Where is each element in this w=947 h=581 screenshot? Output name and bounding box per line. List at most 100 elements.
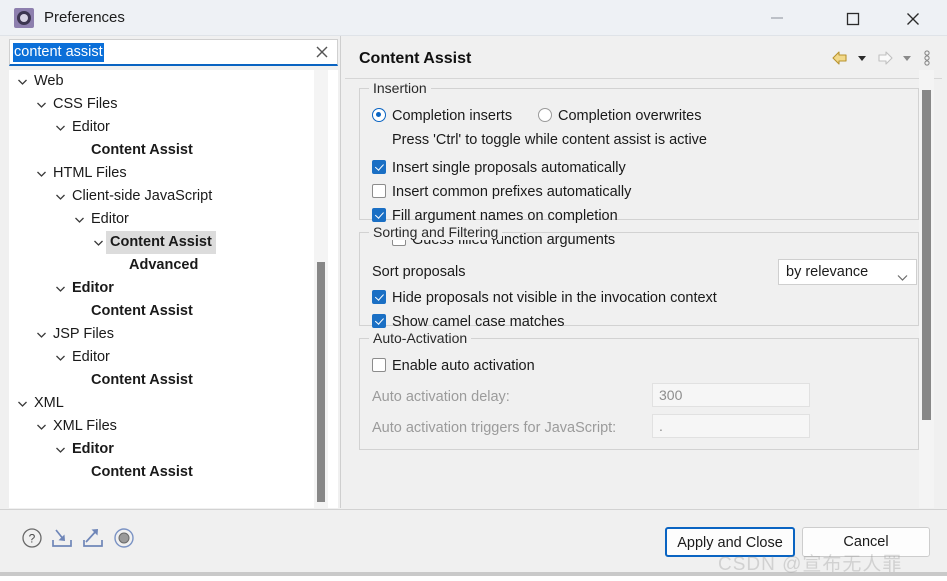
header-divider xyxy=(345,78,942,79)
group-sorting-filtering: Sorting and Filtering Sort proposals by … xyxy=(359,224,919,330)
tree-item-content-assist[interactable]: Content Assist xyxy=(9,369,338,392)
title-bar: Preferences xyxy=(0,0,947,36)
checkbox-indicator xyxy=(372,314,386,328)
tree-item-content-assist[interactable]: Content Assist xyxy=(9,139,338,162)
tree-item-editor[interactable]: Editor xyxy=(9,277,338,300)
insertion-hint-text: Press 'Ctrl' to toggle while content ass… xyxy=(392,132,707,148)
auto-activation-triggers-field[interactable]: . xyxy=(652,414,810,438)
filter-search-input[interactable]: content assist xyxy=(9,39,338,66)
apply-and-close-button[interactable]: Apply and Close xyxy=(665,527,795,557)
checkbox-insert-common-prefixes[interactable]: Insert common prefixes automatically xyxy=(372,183,631,201)
chevron-down-icon[interactable] xyxy=(53,116,67,139)
checkbox-label: Fill argument names on completion xyxy=(392,208,618,224)
tree-item-editor[interactable]: Editor xyxy=(9,346,338,369)
chevron-down-icon[interactable] xyxy=(72,208,86,231)
group-auto-activation-title: Auto-Activation xyxy=(369,330,472,346)
checkbox-hide-proposals-not-visible[interactable]: Hide proposals not visible in the invoca… xyxy=(372,289,717,307)
tree-item-label: Editor xyxy=(91,211,129,227)
tree-item-web[interactable]: Web xyxy=(9,70,338,93)
chevron-down-icon[interactable] xyxy=(34,162,48,185)
tree-item-jsp-files[interactable]: JSP Files xyxy=(9,323,338,346)
chevron-down-icon[interactable] xyxy=(15,70,29,93)
checkbox-indicator xyxy=(372,184,386,198)
group-auto-activation: Auto-Activation Enable auto activation A… xyxy=(359,330,919,450)
auto-activation-delay-field[interactable]: 300 xyxy=(652,383,810,407)
tree-item-label: HTML Files xyxy=(53,165,127,181)
close-button[interactable] xyxy=(890,0,936,35)
preference-page-scrollbar-thumb[interactable] xyxy=(922,90,931,420)
chevron-down-icon[interactable] xyxy=(91,231,105,254)
tree-item-label: Editor xyxy=(72,280,114,296)
tree-item-editor[interactable]: Editor xyxy=(9,116,338,139)
preferences-dialog: Preferences content assist Web CSS Files E… xyxy=(0,0,947,581)
checkbox-show-camel-case-matches[interactable]: Show camel case matches xyxy=(372,313,564,331)
help-icon[interactable]: ? xyxy=(20,526,44,550)
tree-item-content-assist[interactable]: Content Assist xyxy=(9,231,338,254)
tree-item-xml[interactable]: XML xyxy=(9,392,338,415)
radio-completion-inserts[interactable]: Completion inserts xyxy=(372,107,512,125)
tree-item-editor[interactable]: Editor xyxy=(9,208,338,231)
chevron-down-icon[interactable] xyxy=(53,438,67,461)
tree-scrollbar-thumb[interactable] xyxy=(317,262,325,502)
radio-indicator xyxy=(372,108,386,122)
chevron-down-icon xyxy=(897,269,908,287)
back-dropdown-chevron-down-icon[interactable] xyxy=(855,48,869,68)
chevron-down-icon[interactable] xyxy=(34,415,48,438)
tree-item-client-side-javascript[interactable]: Client-side JavaScript xyxy=(9,185,338,208)
checkbox-label: Insert common prefixes automatically xyxy=(392,184,632,200)
tree-item-label: Content Assist xyxy=(91,372,193,388)
chevron-down-icon[interactable] xyxy=(53,185,67,208)
checkbox-fill-argument-names[interactable]: Fill argument names on completion xyxy=(372,207,618,225)
chevron-down-icon[interactable] xyxy=(53,277,67,300)
checkbox-indicator xyxy=(372,208,386,222)
tree-item-label: XML Files xyxy=(53,418,117,434)
sort-proposals-combo[interactable]: by relevance xyxy=(778,259,917,285)
preferences-gear-icon xyxy=(14,8,34,28)
tree-item-label: Advanced xyxy=(129,257,199,273)
tree-item-advanced[interactable]: Advanced xyxy=(9,254,338,277)
svg-text:?: ? xyxy=(29,532,36,546)
radio-completion-overwrites[interactable]: Completion overwrites xyxy=(538,107,701,125)
checkbox-label: Enable auto activation xyxy=(392,358,535,374)
export-icon[interactable] xyxy=(81,526,107,550)
pane-divider xyxy=(340,36,341,508)
group-insertion-title: Insertion xyxy=(369,80,431,96)
back-arrow-icon[interactable] xyxy=(830,48,850,68)
tree-item-html-files[interactable]: HTML Files xyxy=(9,162,338,185)
vertical-dots-menu-icon[interactable] xyxy=(922,48,932,68)
tree-item-label: Content Assist xyxy=(91,142,193,158)
restore-defaults-icon[interactable] xyxy=(112,526,136,550)
tree-item-xml-files[interactable]: XML Files xyxy=(9,415,338,438)
import-icon[interactable] xyxy=(50,526,76,550)
group-insertion: Insertion Completion inserts Completion … xyxy=(359,80,919,248)
preference-page-scrollbar[interactable] xyxy=(919,70,934,508)
tree-scrollbar[interactable] xyxy=(314,70,328,508)
maximize-button[interactable] xyxy=(830,0,876,35)
preferences-tree[interactable]: Web CSS Files Editor Content Assist HTML Fil… xyxy=(9,70,338,508)
preference-page: Content Assist Insertion Completion inse… xyxy=(345,36,942,508)
checkbox-indicator xyxy=(372,290,386,304)
tree-item-content-assist[interactable]: Content Assist xyxy=(9,461,338,484)
checkbox-enable-auto-activation[interactable]: Enable auto activation xyxy=(372,357,535,375)
search-input-value: content assist xyxy=(13,43,104,62)
checkbox-insert-single-proposals[interactable]: Insert single proposals automatically xyxy=(372,159,626,177)
cancel-button[interactable]: Cancel xyxy=(802,527,930,557)
auto-activation-delay-value: 300 xyxy=(659,387,683,403)
clear-x-icon[interactable] xyxy=(314,44,330,60)
tree-item-editor[interactable]: Editor xyxy=(9,438,338,461)
minimize-button[interactable] xyxy=(754,0,800,35)
tree-item-label: CSS Files xyxy=(53,96,118,112)
chevron-down-icon[interactable] xyxy=(34,93,48,116)
chevron-down-icon[interactable] xyxy=(34,323,48,346)
auto-activation-triggers-label: Auto activation triggers for JavaScript: xyxy=(372,420,617,436)
sort-proposals-value: by relevance xyxy=(786,264,869,280)
checkbox-label: Show camel case matches xyxy=(392,314,565,330)
page-title: Content Assist xyxy=(359,50,472,67)
chevron-down-icon[interactable] xyxy=(15,392,29,415)
auto-activation-delay-label: Auto activation delay: xyxy=(372,389,510,405)
tree-item-css-files[interactable]: CSS Files xyxy=(9,93,338,116)
tree-item-content-assist[interactable]: Content Assist xyxy=(9,300,338,323)
forward-dropdown-chevron-down-icon[interactable] xyxy=(900,48,914,68)
chevron-down-icon[interactable] xyxy=(53,346,67,369)
tree-item-label: Content Assist xyxy=(91,464,193,480)
